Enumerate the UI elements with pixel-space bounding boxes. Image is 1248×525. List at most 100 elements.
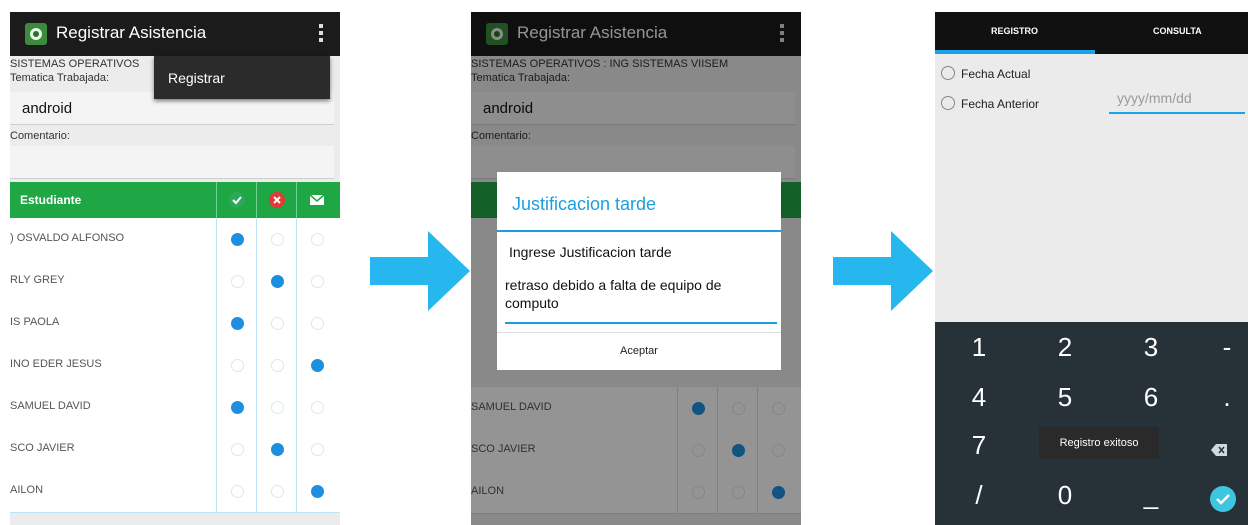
radio-icon [941,66,955,80]
app-bar: Registrar Asistencia [10,12,340,56]
attendance-radio[interactable] [271,443,284,456]
table-row: SAMUEL DAVID [10,386,340,429]
radio-icon [941,96,955,110]
attendance-radio[interactable] [311,485,324,498]
attendance-radio[interactable] [311,317,324,330]
screenshot-justification-dialog: Registrar Asistencia SISTEMAS OPERATIVOS… [471,12,801,525]
attendance-cell [256,302,297,344]
app-title: Registrar Asistencia [56,23,207,42]
key-underscore[interactable]: _ [1121,480,1181,511]
key-3[interactable]: 3 [1121,332,1181,363]
numeric-keypad: 1 2 3 - 4 5 6 . 7 / 0 _ [935,322,1248,525]
attendance-cell [216,302,257,344]
menu-item-register[interactable]: Registrar [168,70,225,86]
attendance-radio[interactable] [311,443,324,456]
done-check-icon[interactable] [1210,486,1236,512]
flow-arrow-icon [833,231,933,311]
attendance-radio[interactable] [231,443,244,456]
flow-arrow-icon [370,231,470,311]
attendance-cell [296,470,337,512]
subject-label: SISTEMAS OPERATIVOS [10,58,140,70]
date-input[interactable]: yyyy/mm/dd [1109,90,1245,114]
check-icon [229,192,245,208]
overflow-menu: Registrar [154,56,330,99]
attendance-cell [296,302,337,344]
comment-label: Comentario: [10,130,70,142]
attendance-cell [216,470,257,512]
attendance-cell [296,344,337,386]
attendance-cell [216,260,257,302]
key-1[interactable]: 1 [949,332,1009,363]
key-0[interactable]: 0 [1035,480,1095,511]
present-column-header [216,182,257,218]
table-row: IS PAOLA [10,302,340,345]
table-row: ) OSVALDO ALFONSO [10,218,340,261]
attendance-cell [216,386,257,428]
key-slash[interactable]: / [949,480,1009,511]
justification-dialog: Justificacion tarde Ingrese Justificacio… [497,172,781,370]
attendance-cell [216,428,257,470]
attendance-cell [256,470,297,512]
comment-input[interactable] [10,146,334,179]
cancel-icon [269,192,285,208]
key-5[interactable]: 5 [1035,382,1095,413]
key-7[interactable]: 7 [949,430,1009,461]
attendance-radio[interactable] [311,401,324,414]
key-dot[interactable]: . [1197,382,1248,413]
table-row: RLY GREY [10,260,340,303]
attendance-radio[interactable] [271,359,284,372]
attendance-cell [256,218,297,260]
key-2[interactable]: 2 [1035,332,1095,363]
attendance-radio[interactable] [231,275,244,288]
attendance-cell [256,260,297,302]
dialog-message: Ingrese Justificacion tarde [509,244,672,260]
attendance-form: SISTEMAS OPERATIVOS Tematica Trabajada: … [10,56,340,525]
attendance-radio[interactable] [311,233,324,246]
attendance-radio[interactable] [271,485,284,498]
screenshot-date-registration: REGISTRO CONSULTA Fecha Actual Fecha Ant… [935,12,1248,525]
key-4[interactable]: 4 [949,382,1009,413]
table-row: AILON [10,470,340,513]
student-name: AILON [10,484,44,496]
justified-column-header [296,182,337,218]
key-minus[interactable]: - [1197,332,1248,363]
option-current-date[interactable]: Fecha Actual [941,66,1030,81]
attendance-radio[interactable] [311,359,324,372]
attendance-radio[interactable] [271,401,284,414]
backspace-icon[interactable] [1211,444,1227,456]
attendance-radio[interactable] [311,275,324,288]
attendance-radio[interactable] [231,485,244,498]
attendance-radio[interactable] [231,317,244,330]
attendance-cell [256,428,297,470]
attendance-cell [296,386,337,428]
attendance-cell [296,428,337,470]
attendance-radio[interactable] [231,359,244,372]
attendance-radio[interactable] [271,233,284,246]
key-6[interactable]: 6 [1121,382,1181,413]
accept-button[interactable]: Aceptar [497,332,781,370]
attendance-radio[interactable] [231,401,244,414]
attendance-radio[interactable] [271,275,284,288]
overflow-menu-icon[interactable] [318,24,324,46]
toast-message: Registro exitoso [1039,427,1159,459]
tab-consulta[interactable]: CONSULTA [1153,26,1202,36]
table-row: SCO JAVIER [10,428,340,471]
option-previous-date[interactable]: Fecha Anterior [941,96,1039,111]
app-logo-icon [25,23,47,45]
student-column-header: Estudiante [20,193,82,207]
justification-input[interactable]: retraso debido a falta de equipo de comp… [505,276,777,324]
absent-column-header [256,182,297,218]
dialog-title: Justificacion tarde [512,194,657,214]
tab-registro[interactable]: REGISTRO [991,26,1038,36]
attendance-radio[interactable] [271,317,284,330]
attendance-radio[interactable] [231,233,244,246]
student-name: SAMUEL DAVID [10,400,91,412]
mail-icon [309,194,325,205]
student-name: ) OSVALDO ALFONSO [10,232,125,244]
student-name: SCO JAVIER [10,442,75,454]
student-name: IS PAOLA [10,316,60,328]
attendance-cell [256,344,297,386]
attendance-cell [296,218,337,260]
active-tab-indicator [935,50,1095,54]
topic-label: Tematica Trabajada: [10,72,110,84]
